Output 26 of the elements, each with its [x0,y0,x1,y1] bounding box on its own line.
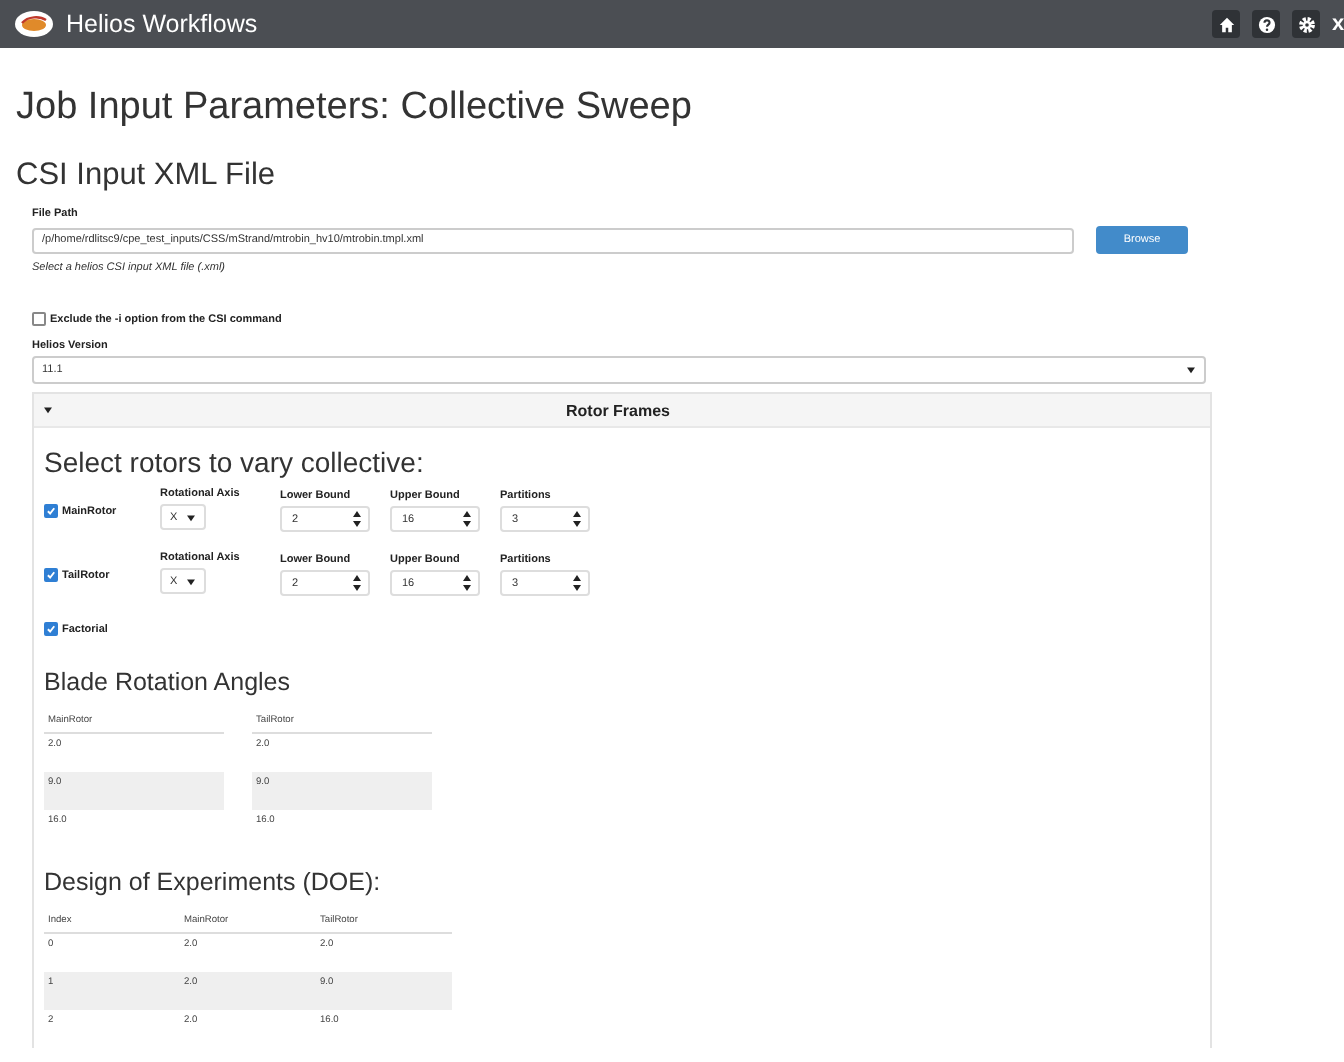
section-heading: Select rotors to vary collective: [44,446,426,478]
caret-icon [186,513,196,521]
spinner-icon[interactable] [462,574,472,592]
page-title: Job Input Parameters: Collective Sweep [16,86,694,130]
close-button[interactable]: x [1332,12,1344,36]
section-heading: Design of Experiments (DOE): [44,868,383,896]
spinner-icon[interactable] [352,510,362,528]
caret-icon [186,577,196,585]
settings-icon[interactable] [1292,10,1320,38]
checkbox[interactable] [44,504,58,518]
home-icon[interactable] [1212,10,1240,38]
panel-title: Rotor Frames [563,401,672,419]
app-title: Helios Workflows [66,10,260,38]
checkbox[interactable] [44,622,58,636]
spinner-icon[interactable] [572,574,582,592]
logo-icon [14,10,54,38]
spinner-icon[interactable] [352,574,362,592]
panel-header[interactable]: Rotor Frames [34,394,1210,428]
help-icon[interactable] [1252,10,1280,38]
checkbox[interactable] [32,312,46,326]
checkbox[interactable] [44,568,58,582]
spinner-icon[interactable] [572,510,582,528]
spinner-icon[interactable] [462,510,472,528]
section-title: CSI Input XML File [16,158,278,194]
section-heading: Blade Rotation Angles [44,668,293,696]
caret-icon [1186,366,1196,374]
